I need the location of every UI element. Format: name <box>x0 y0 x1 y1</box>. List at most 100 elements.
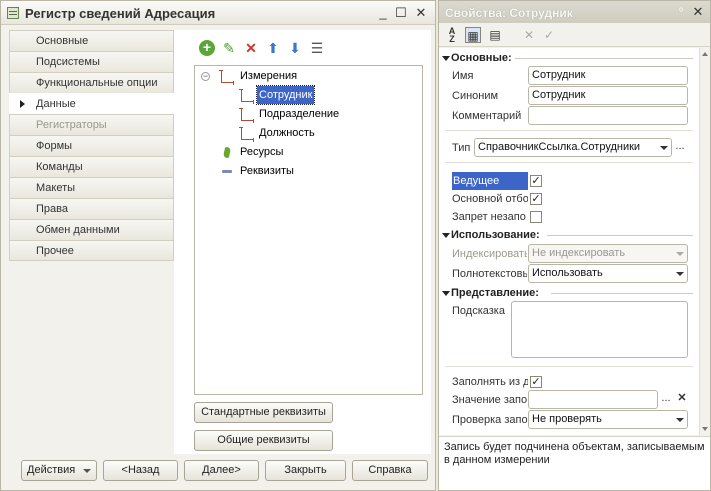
nav-item-label: Данные <box>36 98 76 110</box>
type-select-button[interactable]: ... <box>672 138 688 157</box>
fill-value-clear-button[interactable]: ✕ <box>674 390 690 409</box>
tree-row-employee[interactable]: Сотрудник <box>195 85 421 105</box>
properties-palette: Свойства: Сотрудник ᵒ ✕ AZ ▦ ▤ ✕ ✓ Основ… <box>438 0 711 491</box>
move-up-icon[interactable]: ⬆ <box>265 40 281 56</box>
properties-scrollbar[interactable] <box>699 48 710 435</box>
nav-item-commands[interactable]: Команды <box>9 156 174 177</box>
close-button[interactable]: ✕ <box>413 5 429 21</box>
main-filter-checkbox[interactable]: ✓ <box>530 193 542 205</box>
nav-item-data-exchange[interactable]: Обмен данными <box>9 219 174 240</box>
list-icon[interactable]: ☰ <box>309 40 325 56</box>
nav-item-templates[interactable]: Макеты <box>9 177 174 198</box>
tooltip-field[interactable] <box>511 301 688 358</box>
dimension-icon <box>239 127 254 142</box>
dimension-icon <box>219 70 234 85</box>
synonym-field[interactable]: Сотрудник <box>528 86 688 105</box>
chevron-down-icon[interactable] <box>657 139 671 156</box>
name-field[interactable]: Сотрудник <box>528 66 688 85</box>
maximize-button[interactable]: ☐ <box>393 5 409 21</box>
common-attributes-button[interactable]: Общие реквизиты <box>194 430 333 451</box>
fill-check-value: Не проверять <box>532 413 602 425</box>
minimize-button[interactable]: _ <box>375 5 391 21</box>
nav-item-main[interactable]: Основные <box>9 30 174 51</box>
add-icon[interactable]: + <box>199 40 215 56</box>
nav-item-label: Подсистемы <box>36 56 100 68</box>
move-down-icon[interactable]: ⬇ <box>287 40 303 56</box>
master-label: Ведущее <box>452 172 528 190</box>
nav-item-forms[interactable]: Формы <box>9 135 174 156</box>
fill-value-label: Значение запо <box>452 394 528 406</box>
collapse-icon[interactable]: − <box>201 72 210 81</box>
back-button[interactable]: <Назад <box>103 460 178 481</box>
properties-list: Основные: Имя Сотрудник Синоним Сотрудни… <box>439 48 699 435</box>
current-arrow-icon <box>20 100 25 108</box>
fill-value-select-button[interactable]: ... <box>658 390 674 409</box>
section-usage-label: Использование: <box>451 229 540 241</box>
name-label: Имя <box>452 70 474 82</box>
actions-button[interactable]: Действия <box>21 460 97 481</box>
tree-row-resources[interactable]: Ресурсы <box>195 143 421 161</box>
tree-row-attributes[interactable]: Реквизиты <box>195 162 421 180</box>
nav-item-subsystems[interactable]: Подсистемы <box>9 51 174 72</box>
categorized-view-icon[interactable]: ▦ <box>465 27 481 43</box>
nav-item-data[interactable]: Данные <box>9 93 174 114</box>
dimension-icon <box>239 108 254 123</box>
properties-close-button[interactable]: ✕ <box>690 4 706 20</box>
filter-properties-icon[interactable]: ▤ <box>487 27 503 43</box>
nav-item-label: Регистраторы <box>36 119 107 131</box>
fulltext-field[interactable]: Использовать <box>528 264 688 283</box>
edit-icon[interactable]: ✎ <box>221 40 237 56</box>
tree-row-position[interactable]: Должность <box>195 124 421 142</box>
nav-item-label: Права <box>36 203 68 215</box>
chevron-down-icon[interactable] <box>673 411 687 428</box>
nav-item-rights[interactable]: Права <box>9 198 174 219</box>
chevron-down-icon <box>83 469 91 473</box>
help-button[interactable]: Справка <box>352 460 428 481</box>
title-bar[interactable]: Регистр сведений Адресация _ ☐ ✕ <box>1 1 435 25</box>
indexing-value: Не индексировать <box>532 247 626 259</box>
nav-item-label: Макеты <box>36 182 76 194</box>
divider <box>445 130 693 131</box>
dimension-icon <box>239 89 254 104</box>
close-form-button[interactable]: Закрыть <box>265 460 346 481</box>
type-field[interactable]: СправочникСсылка.Сотрудники <box>474 138 672 157</box>
tree-row-department[interactable]: Подразделение <box>195 105 421 123</box>
nav-item-other[interactable]: Прочее <box>9 240 174 261</box>
section-divider <box>547 235 693 236</box>
scroll-up-icon[interactable] <box>702 52 708 56</box>
fill-from-checkbox[interactable]: ✓ <box>530 376 542 388</box>
sort-alphabetically-icon[interactable]: AZ <box>444 27 460 44</box>
tree-label: Измерения <box>240 70 298 82</box>
scroll-down-icon[interactable] <box>702 427 708 431</box>
fill-value-field[interactable] <box>528 390 658 409</box>
property-hint: Запись будет подчинена объектам, записыв… <box>439 436 710 490</box>
fulltext-label: Полнотекстовы <box>452 268 527 280</box>
actions-label: Действия <box>27 464 76 476</box>
nav-item-functional-options[interactable]: Функциональные опции <box>9 72 174 93</box>
fill-check-field[interactable]: Не проверять <box>528 410 688 429</box>
delete-icon[interactable]: ✕ <box>243 40 259 56</box>
properties-title-bar[interactable]: Свойства: Сотрудник ᵒ ✕ <box>439 1 710 23</box>
clear-value-icon[interactable]: ✕ <box>521 27 537 43</box>
properties-title: Свойства: Сотрудник <box>445 6 573 20</box>
section-main[interactable]: Основные: <box>439 50 697 66</box>
deny-empty-checkbox[interactable] <box>530 211 542 223</box>
metadata-editor-window: Регистр сведений Адресация _ ☐ ✕ Основны… <box>0 0 436 491</box>
standard-attributes-button[interactable]: Стандартные реквизиты <box>194 402 333 423</box>
tree-label: Сотрудник <box>255 85 316 105</box>
chevron-down-icon[interactable] <box>673 265 687 282</box>
data-tree: − Измерения Сотрудник Подразделение Долж… <box>194 65 423 395</box>
synonym-label: Синоним <box>452 90 499 102</box>
section-usage[interactable]: Использование: <box>439 227 697 243</box>
nav-item-label: Формы <box>36 140 73 152</box>
section-presentation[interactable]: Представление: <box>439 285 697 301</box>
pin-button[interactable]: ᵒ <box>673 4 689 20</box>
master-checkbox[interactable]: ✓ <box>530 175 542 187</box>
next-button[interactable]: Далее> <box>184 460 259 481</box>
tree-row-dimensions[interactable]: − Измерения <box>195 67 421 85</box>
section-presentation-label: Представление: <box>451 287 539 299</box>
window-title: Регистр сведений Адресация <box>25 6 216 21</box>
apply-icon[interactable]: ✓ <box>541 27 557 43</box>
chevron-down-icon <box>673 245 687 262</box>
comment-field[interactable] <box>528 106 688 125</box>
